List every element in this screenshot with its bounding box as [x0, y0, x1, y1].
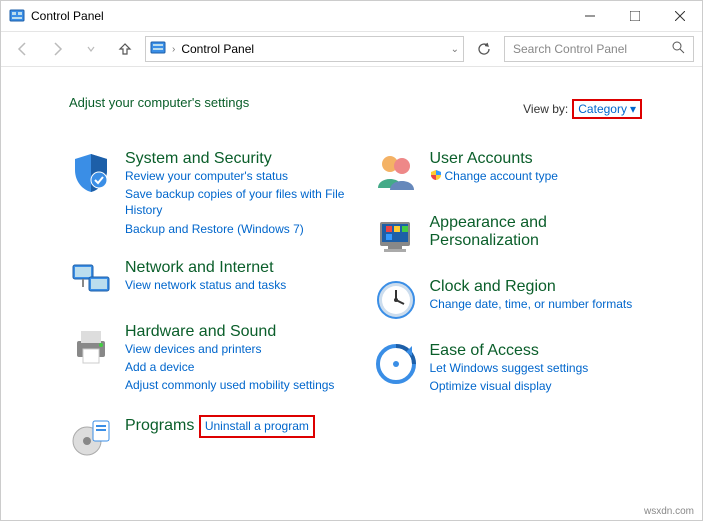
chevron-down-icon: ▾ [630, 102, 636, 116]
task-link[interactable]: Adjust commonly used mobility settings [125, 377, 334, 393]
category-title[interactable]: User Accounts [430, 150, 533, 167]
task-link[interactable]: Change date, time, or number formats [430, 296, 633, 312]
category-system-security: System and Security Review your computer… [69, 150, 354, 239]
category-title[interactable]: Programs [125, 417, 194, 434]
task-link[interactable]: Add a device [125, 359, 334, 375]
uac-shield-icon [430, 168, 442, 186]
category-title[interactable]: Appearance and Personalization [430, 214, 547, 249]
users-icon [374, 150, 418, 194]
chevron-right-icon: › [172, 44, 175, 55]
appearance-icon [374, 214, 418, 258]
category-title[interactable]: Hardware and Sound [125, 323, 276, 340]
category-appearance: Appearance and Personalization [374, 214, 659, 258]
category-clock-region: Clock and Region Change date, time, or n… [374, 278, 659, 322]
ease-of-access-icon [374, 342, 418, 386]
category-title[interactable]: Network and Internet [125, 259, 274, 276]
category-programs: Programs Uninstall a program [69, 415, 354, 459]
title-bar: Control Panel [1, 1, 702, 31]
category-title[interactable]: Clock and Region [430, 278, 556, 295]
window-controls [567, 1, 702, 31]
view-by-value: Category [578, 102, 627, 116]
category-user-accounts: User Accounts Change account type [374, 150, 659, 194]
chevron-down-icon[interactable]: ⌄ [451, 44, 459, 55]
category-network-internet: Network and Internet View network status… [69, 259, 354, 303]
task-link[interactable]: View devices and printers [125, 341, 334, 357]
address-bar[interactable]: › Control Panel ⌄ [145, 36, 464, 62]
control-panel-small-icon [150, 40, 166, 59]
categories-left: System and Security Review your computer… [69, 150, 354, 479]
minimize-button[interactable] [567, 1, 612, 31]
search-input[interactable]: Search Control Panel [504, 36, 694, 62]
back-button[interactable] [9, 35, 37, 63]
uninstall-program-link[interactable]: Uninstall a program [199, 415, 315, 437]
view-by-dropdown[interactable]: Category ▾ [572, 99, 642, 119]
search-icon [672, 41, 685, 57]
maximize-button[interactable] [612, 1, 657, 31]
forward-button[interactable] [43, 35, 71, 63]
task-link[interactable]: Change account type [445, 168, 558, 184]
clock-icon [374, 278, 418, 322]
network-icon [69, 259, 113, 303]
programs-icon [69, 415, 113, 459]
attribution-text: wsxdn.com [644, 506, 694, 517]
toolbar: › Control Panel ⌄ Search Control Panel [1, 31, 702, 67]
printer-icon [69, 323, 113, 367]
refresh-button[interactable] [470, 35, 498, 63]
control-panel-icon [9, 8, 25, 24]
task-link[interactable]: Optimize visual display [430, 378, 589, 394]
search-placeholder: Search Control Panel [513, 42, 627, 56]
task-link[interactable]: Save backup copies of your files with Fi… [125, 186, 354, 218]
up-button[interactable] [111, 35, 139, 63]
category-ease-of-access: Ease of Access Let Windows suggest setti… [374, 342, 659, 396]
task-link[interactable]: Let Windows suggest settings [430, 360, 589, 376]
category-hardware-sound: Hardware and Sound View devices and prin… [69, 323, 354, 396]
category-title[interactable]: System and Security [125, 150, 272, 167]
window-title: Control Panel [31, 9, 104, 23]
task-link[interactable]: View network status and tasks [125, 277, 286, 293]
category-title[interactable]: Ease of Access [430, 342, 539, 359]
categories-right: User Accounts Change account type Appear… [374, 150, 659, 479]
recent-dropdown[interactable] [77, 35, 105, 63]
view-by-control: View by: Category ▾ [523, 99, 642, 119]
content-area: Adjust your computer's settings View by:… [1, 67, 702, 503]
task-link[interactable]: Review your computer's status [125, 168, 354, 184]
shield-icon [69, 150, 113, 194]
close-button[interactable] [657, 1, 702, 31]
view-by-label: View by: [523, 102, 568, 116]
task-link[interactable]: Backup and Restore (Windows 7) [125, 221, 354, 237]
breadcrumb[interactable]: Control Panel [181, 42, 254, 56]
